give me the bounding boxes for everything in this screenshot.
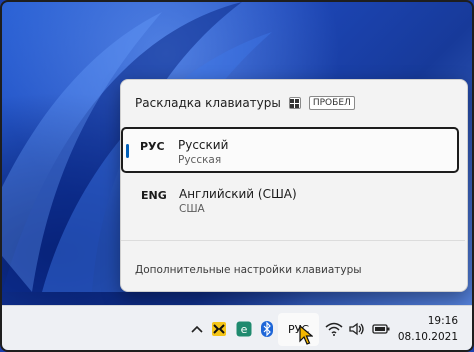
wifi-icon[interactable] [325,320,343,338]
language-item-english[interactable]: ENG Английский (США) США [122,176,462,222]
language-item-russian[interactable]: РУС Русский Русская [121,127,459,173]
language-name: Английский (США) [179,187,297,201]
tray-app-icon[interactable] [211,320,227,338]
edge-icon[interactable]: e [236,320,252,338]
keyboard-layout-flyout: Раскладка клавиатуры ПРОБЕЛ РУС Русский … [120,79,468,292]
svg-text:e: e [241,323,248,336]
taskbar: e РУС 19:16 08.10.2021 [2,305,472,350]
flyout-header: Раскладка клавиатуры ПРОБЕЛ [135,96,355,110]
chevron-up-icon[interactable] [190,320,204,338]
selection-indicator [126,144,129,158]
language-code: ENG [141,189,167,202]
more-keyboard-settings-link[interactable]: Дополнительные настройки клавиатуры [135,264,362,276]
language-name: Русский [178,138,229,152]
mouse-pointer-icon [299,325,313,345]
language-layout: Русская [178,154,222,166]
flyout-divider [121,240,465,241]
bluetooth-icon[interactable] [260,320,274,338]
volume-icon[interactable] [349,320,365,338]
language-code: РУС [140,140,165,153]
clock-date: 08.10.2021 [397,331,458,343]
battery-icon[interactable] [372,320,390,338]
windows-key-icon [288,97,301,109]
desktop-frame: Раскладка клавиатуры ПРОБЕЛ РУС Русский … [0,0,474,352]
taskbar-clock[interactable]: 19:16 08.10.2021 [398,313,458,345]
flyout-title: Раскладка клавиатуры [135,96,281,110]
space-key-chip: ПРОБЕЛ [308,96,355,110]
clock-time: 19:16 [427,315,458,327]
language-layout: США [179,203,205,215]
